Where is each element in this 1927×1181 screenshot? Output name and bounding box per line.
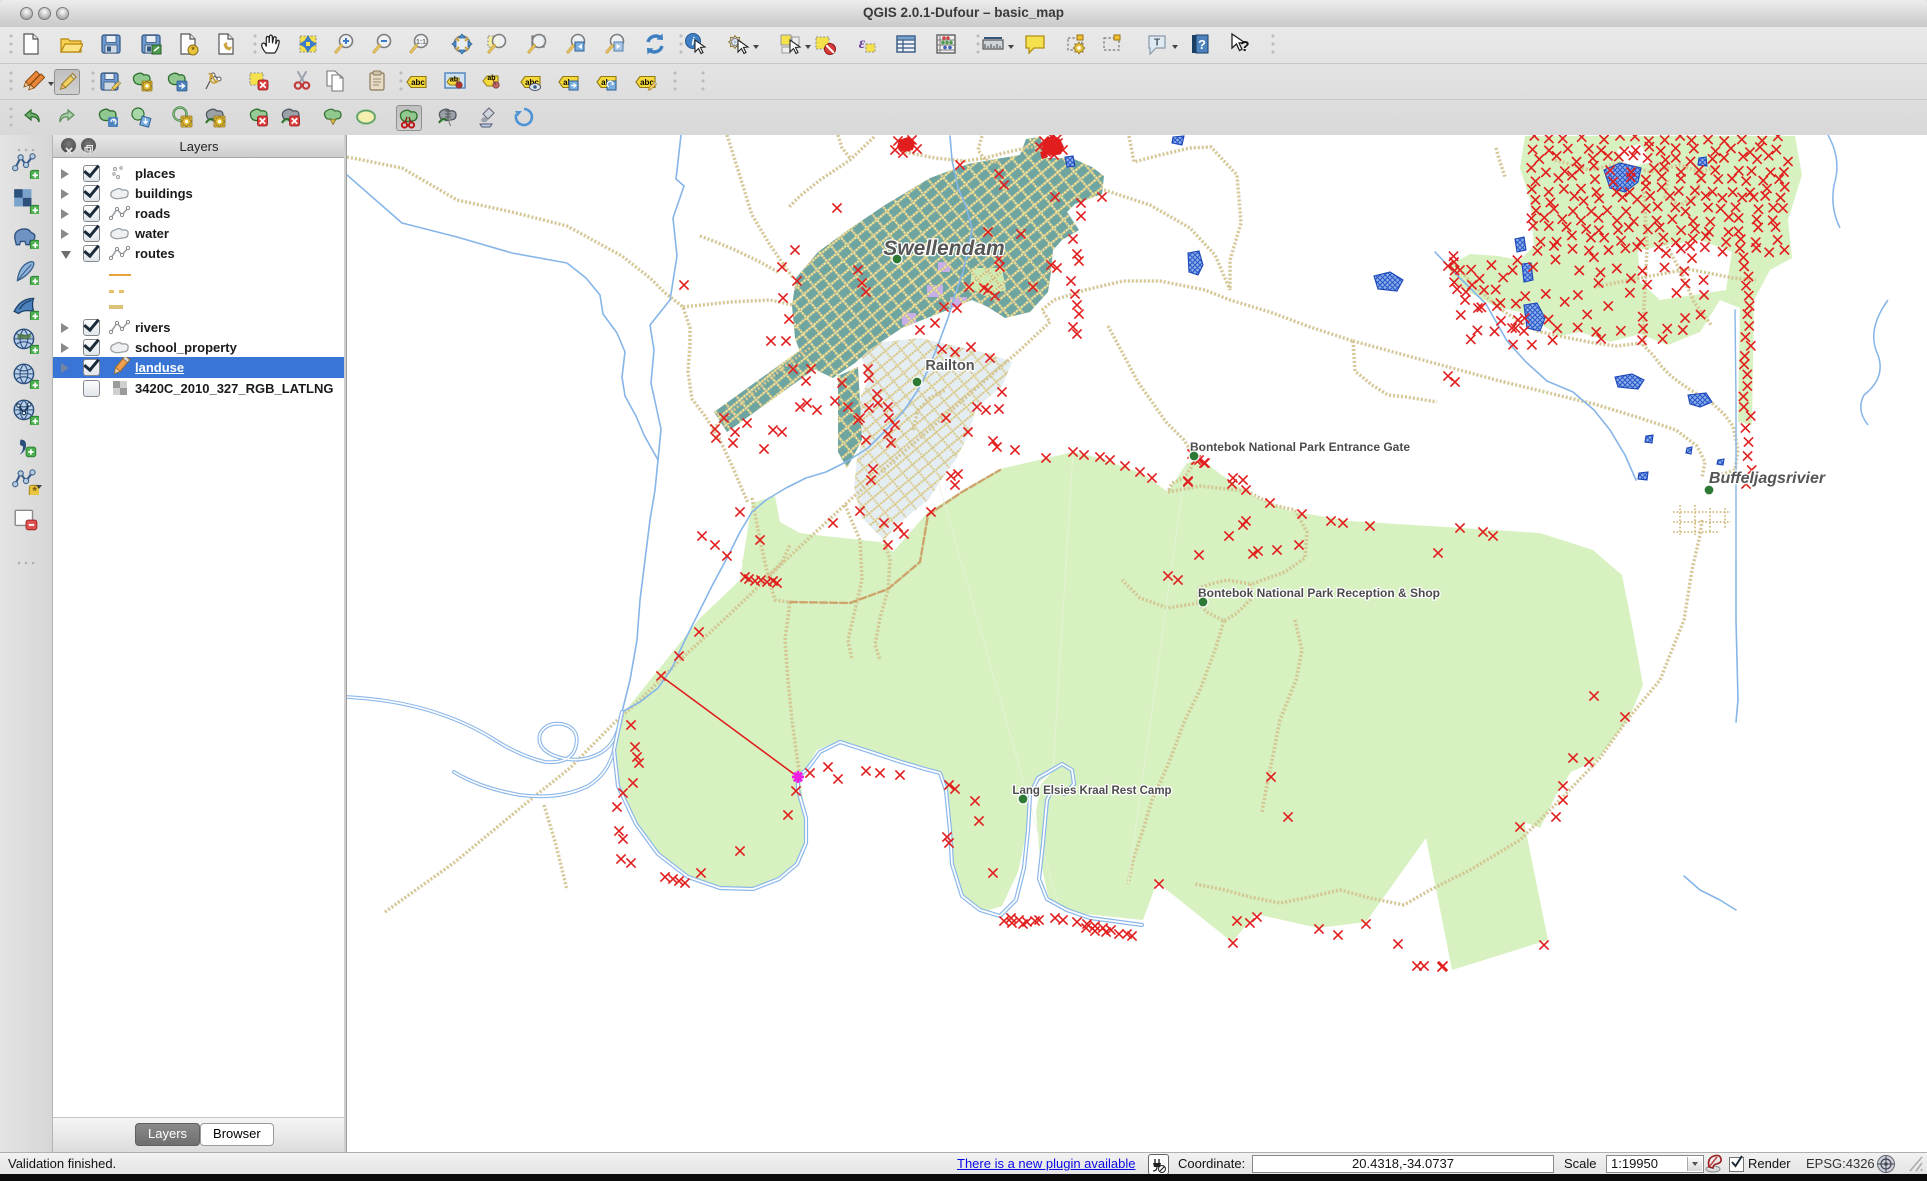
svg-text:?: ? bbox=[1198, 37, 1206, 52]
svg-text:ab: ab bbox=[487, 75, 495, 82]
svg-text:abc: abc bbox=[411, 78, 425, 87]
svg-text:Bontebok National Park Entranc: Bontebok National Park Entrance Gate bbox=[1190, 440, 1410, 454]
svg-text:Lang Elsies Kraal Rest Camp: Lang Elsies Kraal Rest Camp bbox=[1012, 785, 1171, 797]
svg-text:Railton: Railton bbox=[925, 358, 974, 374]
svg-text:Buffeljagsrivier: Buffeljagsrivier bbox=[1709, 470, 1826, 487]
svg-text:ε: ε bbox=[859, 35, 866, 52]
svg-text:?: ? bbox=[1240, 38, 1249, 55]
svg-text:T: T bbox=[1154, 38, 1160, 49]
svg-text:1:1: 1:1 bbox=[416, 39, 426, 46]
svg-text:Bontebok National Park Recepti: Bontebok National Park Reception & Shop bbox=[1198, 586, 1440, 600]
svg-text:*: * bbox=[191, 45, 195, 55]
